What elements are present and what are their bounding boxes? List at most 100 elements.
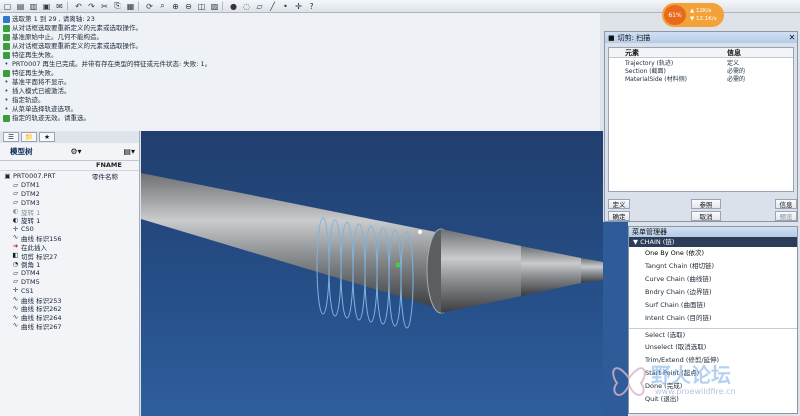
message-line: 指定的轨迹无效。请重选。 [3, 114, 597, 123]
element-table: 元素 信息 Trajectory (轨迹) 定义 Section (截面) 必需的 Ma… [608, 47, 794, 192]
regen-icon[interactable]: ⟳ [144, 1, 155, 11]
bullet-icon: • [4, 87, 9, 95]
message-line: 从对话框选取要重新定义的元素或选取操作。 [3, 24, 597, 33]
curve-icon: ∿ [12, 312, 19, 321]
model-view[interactable] [141, 131, 603, 416]
wireframe-icon[interactable]: ◌ [241, 1, 252, 11]
gauge-up-rate: ▲ 12K/s [690, 8, 712, 14]
tree-item[interactable]: ▱ DTM5 [4, 278, 139, 287]
bullet-icon: • [4, 60, 9, 68]
check-message-icon [3, 52, 10, 59]
undo-icon[interactable]: ↶ [73, 1, 84, 11]
new-icon[interactable]: ▢ [2, 1, 13, 11]
menu-chain-header[interactable]: ▼ CHAIN (链) [629, 237, 797, 247]
graphics-viewport[interactable] [141, 131, 603, 416]
message-line: • 从菜单选择轨迹选项。 [4, 105, 77, 113]
dialog-title: 切剪: 扫描 [617, 33, 651, 42]
tree-item[interactable]: ▱ DTM2 [4, 190, 139, 199]
bullet-icon: • [4, 105, 9, 113]
shading-icon[interactable]: ● [228, 1, 239, 11]
element-row[interactable]: MaterialSide (材料侧) 必需的 [609, 74, 793, 83]
round-icon: ◔ [12, 259, 19, 268]
element-row[interactable]: Section (截面) 必需的 [609, 66, 793, 75]
define-button[interactable]: 定义 [608, 199, 630, 209]
tree-item[interactable]: ◔ 倒角 1 [4, 260, 139, 269]
check-message-icon [3, 43, 10, 50]
csys-icon[interactable]: ✛ [293, 1, 304, 11]
close-icon[interactable]: ✕ [787, 33, 797, 42]
menu-item[interactable]: Unselect (取消选取) [629, 341, 797, 354]
save-icon[interactable]: ▥ [28, 1, 39, 11]
plane-icon: ▱ [13, 180, 18, 189]
bullet-icon: • [4, 96, 9, 104]
message-line: 从对话框选取要重新定义的元素或选取操作。 [3, 42, 597, 51]
menu-manager-title: 菜单管理器 [629, 227, 797, 237]
menu-item[interactable]: Surf Chain (曲面链) [629, 299, 797, 312]
message-line: 选取第 1 到 29 , 请离轴: 23 [3, 15, 597, 24]
toolbar-separator [67, 1, 71, 11]
cut-icon[interactable]: ✂ [99, 1, 110, 11]
preview-button[interactable]: 预览 [775, 211, 797, 221]
check-message-icon [3, 70, 10, 77]
tree-settings-icon[interactable]: ⚙▾ [70, 147, 81, 156]
tree-item[interactable]: ◐ 旋转 1 [4, 216, 139, 225]
model-tree-panel: ☰ 📁 ★ 模型树 ⚙▾ ▤▾ FNAME ▣ PRT0007.PRT 零件名称 ▱ D… [0, 131, 140, 416]
cut-sweep-dialog: ■ 切剪: 扫描 ✕ 元素 信息 Trajectory (轨迹) 定义 Sectio… [604, 31, 798, 222]
email-icon[interactable]: ✉ [54, 1, 65, 11]
menu-item[interactable]: Intent Chain (目的链) [629, 312, 797, 325]
menu-item[interactable]: Curve Chain (曲线链) [629, 273, 797, 286]
refit-icon[interactable]: ◫ [196, 1, 207, 11]
print-icon[interactable]: ▣ [41, 1, 52, 11]
menu-item[interactable]: Select (选取) [629, 328, 797, 341]
open-icon[interactable]: ▤ [15, 1, 26, 11]
tab-model-tree[interactable]: ☰ [3, 132, 19, 142]
message-area: 选取第 1 到 29 , 请离轴: 23 从对话框选取要重新定义的元素或选取操作。… [0, 13, 600, 131]
menu-item[interactable]: Start Point (起点) [629, 367, 797, 380]
help-icon[interactable]: ? [306, 1, 317, 11]
tree-item[interactable]: ∿ 曲线 标识267 [4, 322, 139, 331]
info-message-icon [3, 16, 10, 23]
element-row[interactable]: Trajectory (轨迹) 定义 [609, 58, 793, 67]
csys-icon: ✛ [12, 224, 19, 233]
reference-button[interactable]: 参照 [691, 199, 721, 209]
gauge-down-rate: ▼ 12.1K/s [690, 16, 717, 22]
menu-item[interactable]: Bndry Chain (边界链) [629, 286, 797, 299]
find-icon[interactable]: ⌕ [157, 1, 168, 11]
insert-icon: ➜ [12, 242, 19, 251]
start-point [418, 230, 422, 234]
paste-icon[interactable]: ▦ [125, 1, 136, 11]
datum-axis-icon[interactable]: ╱ [267, 1, 278, 11]
plane-icon: ▱ [13, 268, 18, 277]
shaft-tip [581, 258, 603, 283]
tree-item[interactable]: ▱ DTM1 [4, 181, 139, 190]
gauge-percent: 61% [664, 5, 686, 25]
ok-button[interactable]: 确定 [608, 211, 630, 221]
redo-icon[interactable]: ↷ [86, 1, 97, 11]
tree-show-icon[interactable]: ▤▾ [123, 147, 135, 156]
feat-icon: ◐ [12, 215, 19, 224]
csys-icon: ✛ [12, 286, 19, 295]
element-table-header: 元素 信息 [609, 48, 793, 58]
menu-item[interactable]: Tangnt Chain (相切链) [629, 260, 797, 273]
menu-item[interactable]: One By One (依次) [629, 247, 797, 260]
menu-item[interactable]: Quit (退出) [629, 393, 797, 406]
datum-plane-icon[interactable]: ▱ [254, 1, 265, 11]
tab-favorites[interactable]: ★ [39, 132, 55, 142]
datum-point-icon[interactable]: • [280, 1, 291, 11]
check-message-icon [3, 34, 10, 41]
message-line: • 指定轨迹。 [4, 96, 45, 104]
tab-folder-browser[interactable]: 📁 [21, 132, 37, 142]
model-tree-header: 模型树 ⚙▾ ▤▾ [0, 143, 139, 161]
zoom-out-icon[interactable]: ⊖ [183, 1, 194, 11]
menu-item[interactable]: Done (完成) [629, 380, 797, 393]
info-button[interactable]: 信息 [775, 199, 797, 209]
zoom-in-icon[interactable]: ⊕ [170, 1, 181, 11]
cancel-button[interactable]: 取消 [691, 211, 721, 221]
copy-icon[interactable]: ⎘ [112, 1, 123, 11]
menu-item[interactable]: Trim/Extend (修剪/延伸) [629, 354, 797, 367]
tree-item[interactable]: ▱ DTM4 [4, 269, 139, 278]
curve-icon: ∿ [12, 321, 19, 330]
repaint-icon[interactable]: ▨ [209, 1, 220, 11]
curve-icon: ∿ [12, 233, 19, 242]
tree-item[interactable]: ▣ PRT0007.PRT 零件名称 [4, 172, 139, 181]
